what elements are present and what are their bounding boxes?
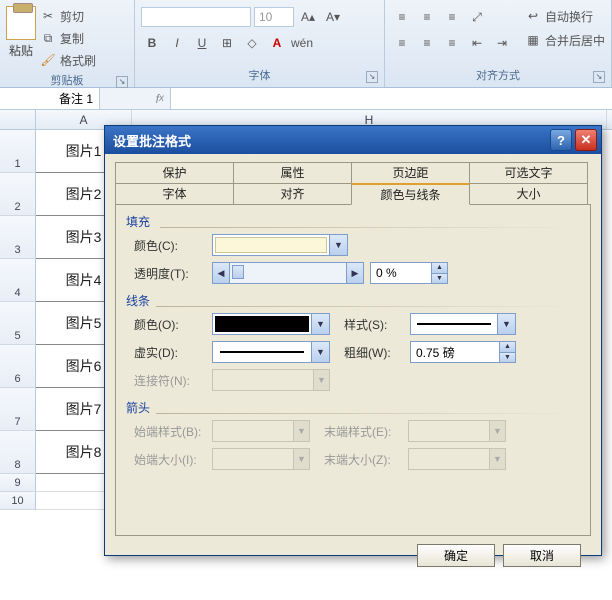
font-name-combo[interactable]: [141, 7, 251, 27]
row-header[interactable]: 10: [0, 492, 36, 510]
close-button[interactable]: ✕: [575, 129, 597, 151]
row-header[interactable]: 1: [0, 130, 36, 173]
dialog-title: 设置批注格式: [113, 131, 191, 150]
dialog-tab[interactable]: 可选文字: [469, 162, 588, 184]
grow-font-button[interactable]: A▴: [297, 6, 319, 28]
copy-icon: ⧉: [40, 30, 56, 46]
line-color-combo[interactable]: ▼: [212, 313, 330, 335]
row-header[interactable]: 3: [0, 216, 36, 259]
wrap-icon: ↩: [525, 8, 541, 24]
fx-label: fx: [100, 88, 170, 109]
row-header[interactable]: 6: [0, 345, 36, 388]
cut-button[interactable]: ✂剪切: [40, 6, 96, 26]
dialog-tab[interactable]: 页边距: [351, 162, 470, 184]
italic-button[interactable]: I: [166, 32, 188, 54]
align-middle-button[interactable]: ≡: [416, 6, 438, 28]
chevron-left-icon: ◀: [212, 262, 230, 284]
begin-style-label: 始端样式(B):: [134, 423, 206, 440]
connector-combo: ▼: [212, 369, 330, 391]
row-header[interactable]: 4: [0, 259, 36, 302]
scissors-icon: ✂: [40, 8, 56, 24]
chevron-right-icon: ▶: [346, 262, 364, 284]
dialog-tab[interactable]: 大小: [469, 183, 588, 205]
select-all-corner[interactable]: [0, 110, 36, 129]
transparency-spinner[interactable]: 0 %▲▼: [370, 262, 448, 284]
ribbon: 粘贴 ✂剪切 ⧉复制 🖌格式刷 剪贴板↘ 10 A▴ A▾ B I U ⊞ ◇: [0, 0, 612, 88]
dialog-tab[interactable]: 对齐: [233, 183, 352, 205]
indent-dec-button[interactable]: ⇤: [466, 32, 488, 54]
font-color-button[interactable]: A: [266, 32, 288, 54]
brush-icon: 🖌: [40, 52, 56, 68]
clipboard-dialog-launcher[interactable]: ↘: [116, 76, 128, 88]
wrap-text-button[interactable]: ↩自动换行: [525, 6, 605, 26]
line-weight-spinner[interactable]: 0.75 磅▲▼: [410, 341, 516, 363]
clipboard-group-title: 剪贴板↘: [6, 70, 128, 90]
row-header[interactable]: 8: [0, 431, 36, 474]
line-color-label: 颜色(O):: [134, 316, 206, 333]
transparency-slider[interactable]: ◀ ▶: [212, 262, 364, 284]
begin-style-combo: ▼: [212, 420, 310, 442]
format-painter-button[interactable]: 🖌格式刷: [40, 50, 96, 70]
merge-center-button[interactable]: ▦合并后居中: [525, 30, 605, 50]
font-dialog-launcher[interactable]: ↘: [366, 71, 378, 83]
paste-button[interactable]: 粘贴: [6, 6, 36, 59]
transparency-label: 透明度(T):: [134, 265, 206, 282]
border-button[interactable]: ⊞: [216, 32, 238, 54]
end-style-combo: ▼: [408, 420, 506, 442]
line-style-combo[interactable]: ▼: [410, 313, 516, 335]
line-dash-label: 虚实(D):: [134, 344, 206, 361]
align-bottom-button[interactable]: ≡: [441, 6, 463, 28]
formula-bar: 备注 1 fx: [0, 88, 612, 110]
dialog-titlebar[interactable]: 设置批注格式 ? ✕: [105, 126, 601, 154]
help-button[interactable]: ?: [550, 129, 572, 151]
row-header[interactable]: 9: [0, 474, 36, 492]
indent-inc-button[interactable]: ⇥: [491, 32, 513, 54]
cancel-button[interactable]: 取消: [503, 544, 581, 567]
name-box[interactable]: 备注 1: [0, 88, 100, 109]
fill-color-label: 颜色(C):: [134, 237, 206, 254]
end-style-label: 末端样式(E):: [324, 423, 402, 440]
phonetic-button[interactable]: wén: [291, 32, 313, 54]
formula-input[interactable]: [170, 88, 612, 109]
copy-button[interactable]: ⧉复制: [40, 28, 96, 48]
font-group-title: 字体↘: [141, 65, 378, 85]
format-comment-dialog: 设置批注格式 ? ✕ 保护属性页边距可选文字 字体对齐颜色与线条大小 填充 颜色…: [104, 125, 602, 556]
tab-panel-colors-lines: 填充 颜色(C): ▼ 透明度(T): ◀ ▶ 0 %▲▼: [115, 204, 591, 536]
fill-color-button[interactable]: ◇: [241, 32, 263, 54]
shrink-font-button[interactable]: A▾: [322, 6, 344, 28]
font-size-combo[interactable]: 10: [254, 7, 294, 27]
line-dash-combo[interactable]: ▼: [212, 341, 330, 363]
row-header[interactable]: 7: [0, 388, 36, 431]
underline-button[interactable]: U: [191, 32, 213, 54]
begin-size-combo: ▼: [212, 448, 310, 470]
row-header[interactable]: 2: [0, 173, 36, 216]
dialog-tab[interactable]: 字体: [115, 183, 234, 205]
line-style-label: 样式(S):: [344, 316, 404, 333]
align-top-button[interactable]: ≡: [391, 6, 413, 28]
dialog-tab[interactable]: 颜色与线条: [351, 183, 470, 205]
align-group-title: 对齐方式↘: [391, 65, 605, 85]
end-size-label: 末端大小(Z):: [324, 451, 402, 468]
fill-color-combo[interactable]: ▼: [212, 234, 348, 256]
bold-button[interactable]: B: [141, 32, 163, 54]
align-center-button[interactable]: ≡: [416, 32, 438, 54]
align-dialog-launcher[interactable]: ↘: [593, 71, 605, 83]
orientation-button[interactable]: ⤢: [466, 6, 488, 28]
align-left-button[interactable]: ≡: [391, 32, 413, 54]
end-size-combo: ▼: [408, 448, 506, 470]
row-header[interactable]: 5: [0, 302, 36, 345]
line-weight-label: 粗细(W):: [344, 344, 404, 361]
begin-size-label: 始端大小(I):: [134, 451, 206, 468]
dialog-tab[interactable]: 保护: [115, 162, 234, 184]
dialog-tab[interactable]: 属性: [233, 162, 352, 184]
connector-label: 连接符(N):: [134, 372, 206, 389]
ok-button[interactable]: 确定: [417, 544, 495, 567]
merge-icon: ▦: [525, 32, 541, 48]
chevron-down-icon: ▼: [329, 235, 347, 255]
align-right-button[interactable]: ≡: [441, 32, 463, 54]
